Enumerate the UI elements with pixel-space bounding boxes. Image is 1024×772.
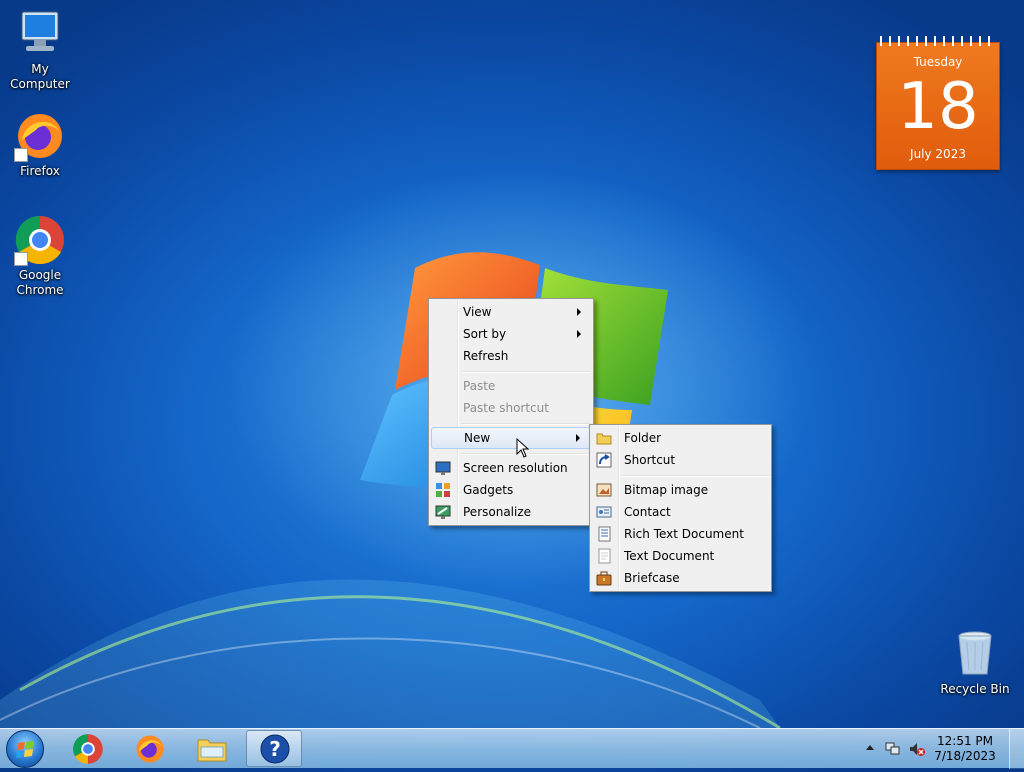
desktop-icon-label: Recycle Bin <box>940 682 1010 696</box>
shortcut-arrow-icon <box>14 148 28 162</box>
menu-item-label: Folder <box>624 431 662 445</box>
submenu-arrow-icon <box>576 434 580 442</box>
clock-time: 12:51 PM <box>937 734 993 748</box>
firefox-icon <box>14 110 66 162</box>
firefox-icon <box>136 735 164 763</box>
shortcut-icon <box>596 452 612 468</box>
personalize-icon <box>435 504 451 520</box>
desktop-icon-recycle-bin[interactable]: Recycle Bin <box>935 628 1015 697</box>
briefcase-icon <box>596 570 612 586</box>
show-desktop-button[interactable] <box>1009 729 1024 769</box>
rich-text-icon <box>596 526 612 542</box>
calendar-weekday: Tuesday <box>913 55 963 69</box>
submenu-item-text-document[interactable]: Text Document <box>592 545 769 567</box>
svg-text:?: ? <box>269 737 281 761</box>
menu-item-label: Screen resolution <box>463 461 568 475</box>
menu-item-label: Gadgets <box>463 483 514 497</box>
start-button[interactable] <box>6 730 44 768</box>
menu-item-label: Refresh <box>463 349 509 363</box>
taskbar: ? 12:51 PM 7/18/2023 <box>0 728 1024 769</box>
menu-item-personalize[interactable]: Personalize <box>431 501 591 523</box>
menu-item-label: Shortcut <box>624 453 676 467</box>
calendar-page: Tuesday 18 July 2023 <box>876 42 1000 170</box>
menu-item-paste-shortcut[interactable]: Paste shortcut <box>431 397 591 419</box>
submenu-item-bitmap-image[interactable]: Bitmap image <box>592 479 769 501</box>
network-icon[interactable] <box>884 741 902 757</box>
taskbar-clock[interactable]: 12:51 PM 7/18/2023 <box>930 734 1000 764</box>
gadgets-icon <box>435 482 451 498</box>
clock-date: 7/18/2023 <box>934 749 996 763</box>
text-document-icon <box>596 548 612 564</box>
desktop-icon-label: My Computer <box>10 62 70 91</box>
explorer-icon <box>197 739 227 762</box>
submenu-item-shortcut[interactable]: Shortcut <box>592 449 769 471</box>
menu-item-label: New <box>464 431 491 445</box>
taskbar-help-button[interactable]: ? <box>246 730 302 767</box>
mouse-cursor-icon <box>516 438 530 458</box>
menu-item-label: Rich Text Document <box>624 527 744 541</box>
screen-resolution-icon <box>435 460 451 476</box>
menu-item-label: Personalize <box>463 505 532 519</box>
desktop-icon-firefox[interactable]: Firefox <box>0 110 80 179</box>
submenu-item-rich-text-document[interactable]: Rich Text Document <box>592 523 769 545</box>
menu-item-label: Briefcase <box>624 571 680 585</box>
menu-item-gadgets[interactable]: Gadgets <box>431 479 591 501</box>
menu-item-label: View <box>463 305 492 319</box>
menu-item-paste[interactable]: Paste <box>431 375 591 397</box>
calendar-gadget[interactable]: Tuesday 18 July 2023 <box>876 36 1000 172</box>
menu-item-label: Paste shortcut <box>463 401 549 415</box>
menu-item-label: Paste <box>463 379 496 393</box>
taskbar-firefox-button[interactable] <box>122 730 178 767</box>
submenu-item-contact[interactable]: Contact <box>592 501 769 523</box>
menu-item-refresh[interactable]: Refresh <box>431 345 591 367</box>
contact-icon <box>596 504 612 520</box>
menu-item-label: Text Document <box>624 549 715 563</box>
recycle-bin-icon <box>949 628 1001 680</box>
desktop-icon-google-chrome[interactable]: Google Chrome <box>0 214 80 298</box>
calendar-month-year: July 2023 <box>910 147 966 161</box>
submenu-arrow-icon <box>577 330 581 338</box>
chrome-icon <box>14 214 66 266</box>
calendar-rings <box>880 36 996 46</box>
submenu-arrow-icon <box>577 308 581 316</box>
volume-muted-icon[interactable] <box>908 741 926 757</box>
submenu-item-briefcase[interactable]: Briefcase <box>592 567 769 589</box>
system-tray: 12:51 PM 7/18/2023 <box>864 729 1024 769</box>
bitmap-icon <box>596 482 612 498</box>
menu-item-sort-by[interactable]: Sort by <box>431 323 591 345</box>
show-hidden-icons-button[interactable] <box>866 745 874 750</box>
menu-item-view[interactable]: View <box>431 301 591 323</box>
submenu-item-folder[interactable]: Folder <box>592 427 769 449</box>
chrome-icon <box>73 734 103 764</box>
computer-icon <box>14 8 66 60</box>
menu-separator <box>461 423 591 425</box>
menu-item-screen-resolution[interactable]: Screen resolution <box>431 457 591 479</box>
desktop-context-menu: View Sort by Refresh Paste Paste shortcu… <box>428 298 594 526</box>
new-submenu: Folder Shortcut Bitmap image Contact Ric… <box>589 424 772 592</box>
menu-item-label: Sort by <box>463 327 507 341</box>
menu-separator <box>622 475 769 477</box>
menu-separator <box>461 371 591 373</box>
folder-icon <box>596 430 612 446</box>
help-icon: ? <box>260 734 290 764</box>
taskbar-chrome-button[interactable] <box>60 730 116 767</box>
desktop-icon-my-computer[interactable]: My Computer <box>0 8 80 92</box>
desktop-icon-label: Firefox <box>20 164 60 178</box>
menu-item-new[interactable]: New <box>431 427 591 449</box>
taskbar-explorer-button[interactable] <box>184 730 240 767</box>
windows-logo-icon <box>16 741 34 758</box>
calendar-day-number: 18 <box>897 70 979 144</box>
shortcut-arrow-icon <box>14 252 28 266</box>
menu-item-label: Contact <box>624 505 671 519</box>
menu-item-label: Bitmap image <box>624 483 709 497</box>
desktop-icon-label: Google Chrome <box>16 268 64 297</box>
